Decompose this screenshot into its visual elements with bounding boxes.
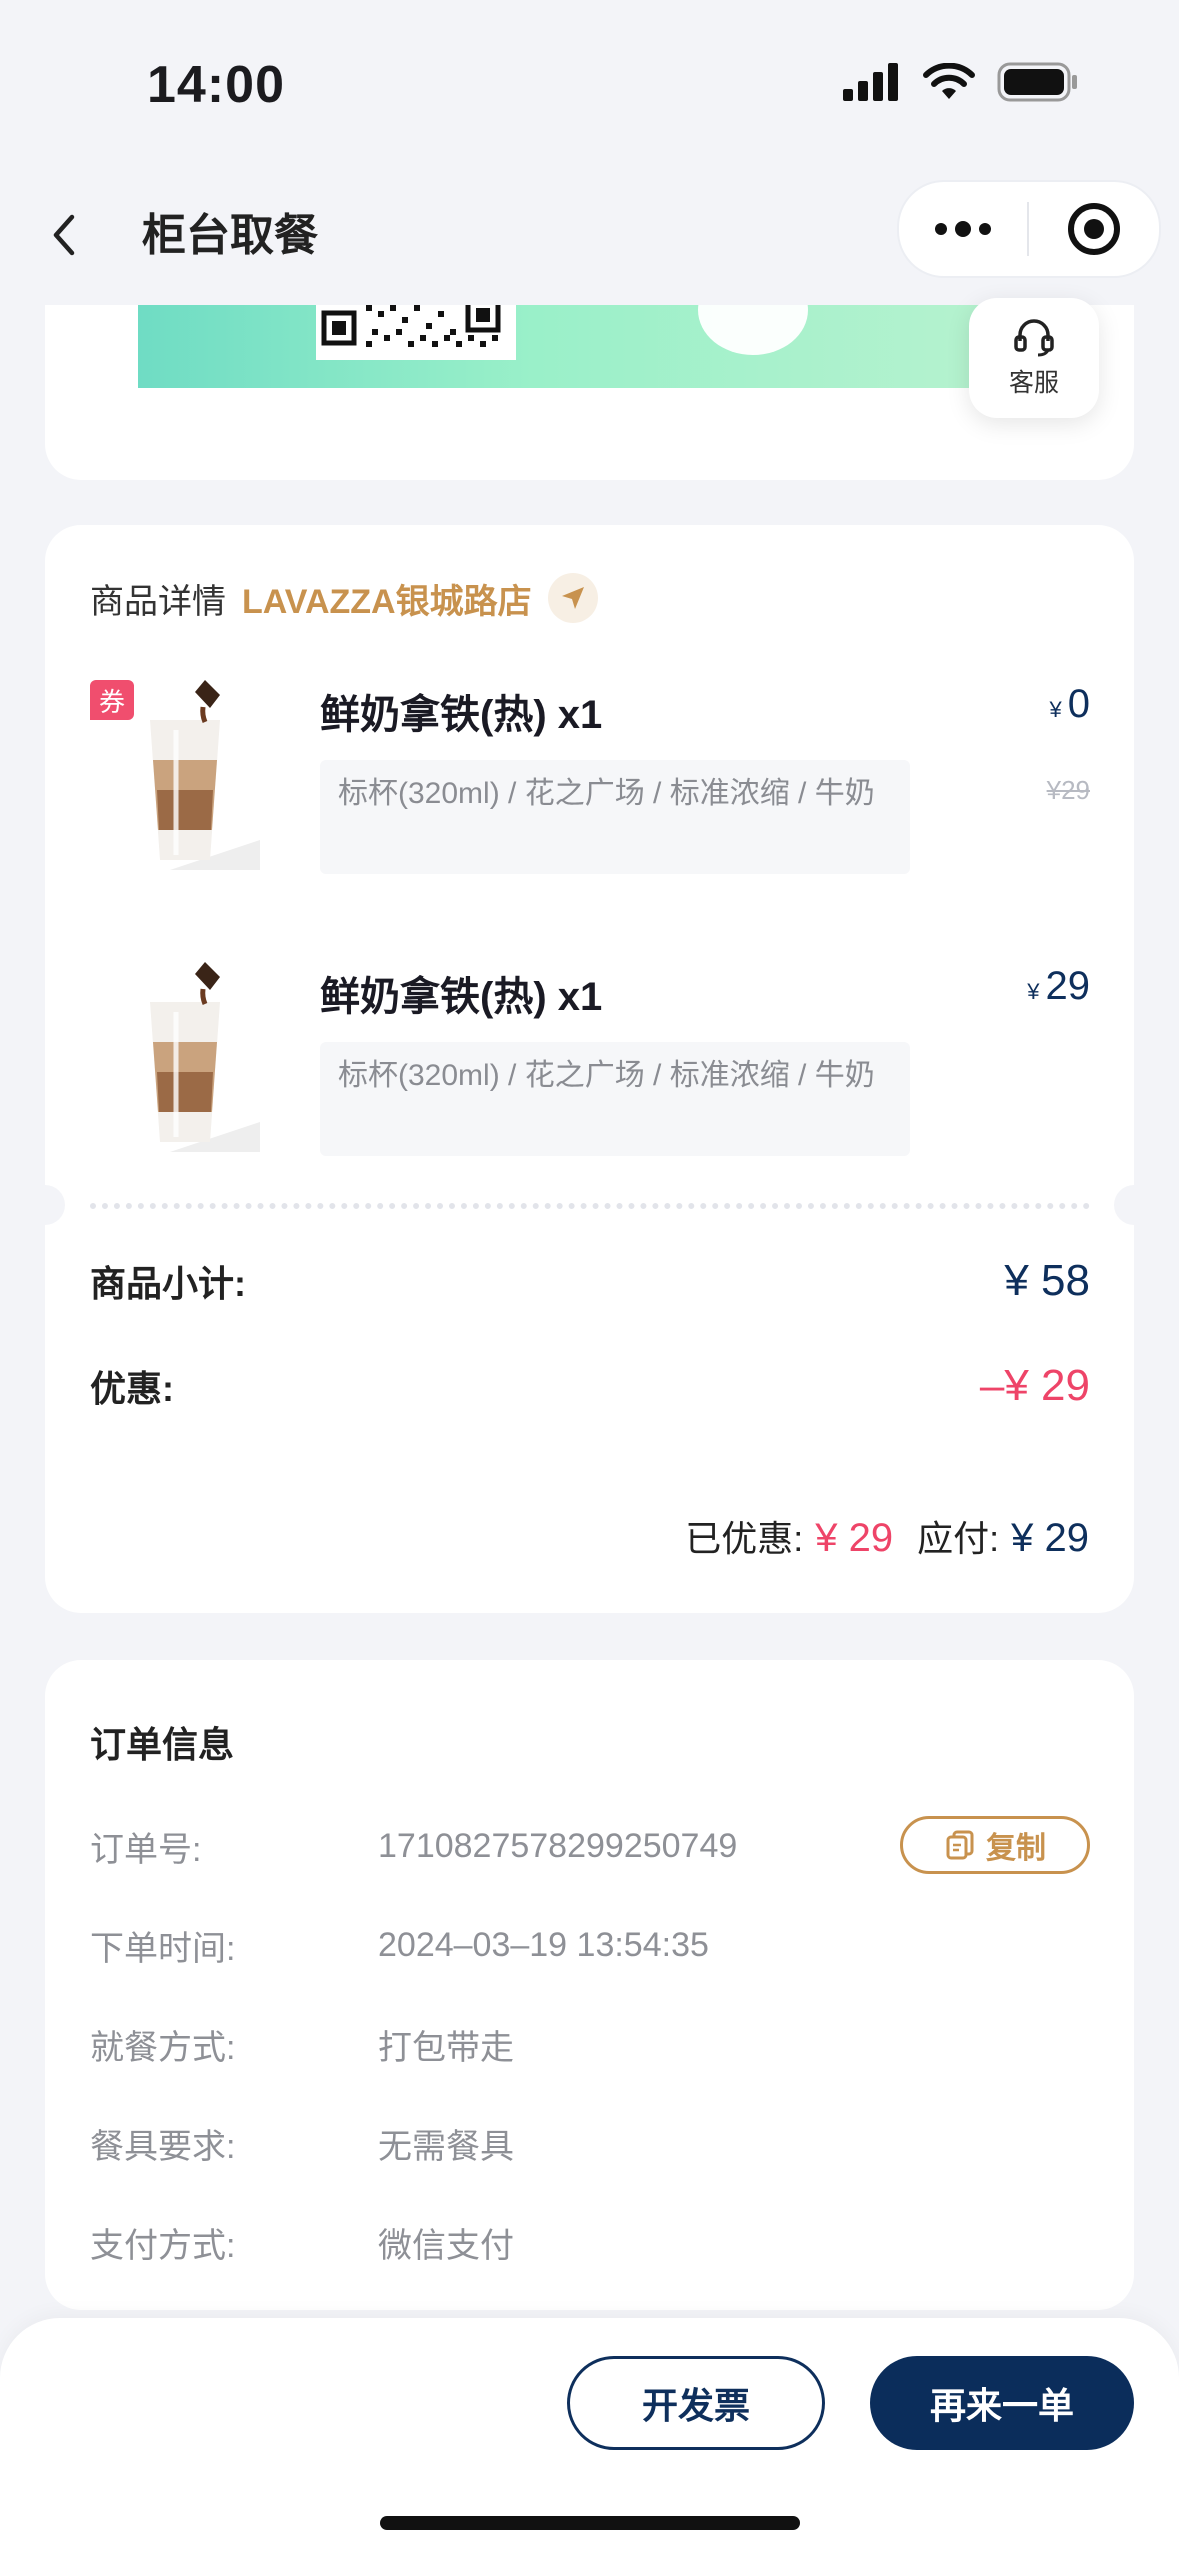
item-price-value: 29 <box>1045 964 1091 1008</box>
payment-method-value: 微信支付 <box>378 2226 514 2265</box>
order-time-row: 下单时间: 2024–03–19 13:54:35 <box>90 1915 1090 1975</box>
nav-bar: 柜台取餐 <box>0 175 1179 305</box>
payment-method-label: 支付方式: <box>90 2226 236 2265</box>
copy-icon <box>946 1830 974 1860</box>
customer-service-button[interactable]: 客服 <box>969 298 1099 418</box>
mini-program-capsule <box>897 180 1161 278</box>
status-icons <box>843 62 1079 102</box>
more-dots-icon <box>935 221 991 237</box>
order-number-value: 1710827578299250749 <box>378 1826 738 1865</box>
payment-method-row: 支付方式: 微信支付 <box>90 2212 1090 2272</box>
item-price-value: 0 <box>1067 682 1090 726</box>
payable-value: ¥ 29 <box>1011 1516 1089 1560</box>
dining-mode-label: 就餐方式: <box>90 2028 236 2067</box>
currency-symbol: ¥ <box>1049 697 1062 722</box>
subtotal-value: ¥ 58 <box>1004 1256 1090 1305</box>
order-info-card: 订单信息 订单号: 1710827578299250749 复制 下单时间: 2… <box>45 1660 1134 2310</box>
dotted-divider <box>90 1203 1090 1209</box>
divider-notch-right <box>1114 1185 1154 1225</box>
navigation-arrow-icon <box>561 587 584 609</box>
home-indicator <box>380 2516 800 2530</box>
saved-value: ¥ 29 <box>815 1516 894 1560</box>
page-title: 柜台取餐 <box>142 211 318 260</box>
payable-label: 应付: <box>917 1518 1000 1559</box>
wifi-icon <box>923 63 975 99</box>
order-item: 鲜奶拿铁(热) x1 标杯(320ml) / 花之广场 / 标准浓缩 / 牛奶 … <box>90 962 1090 1162</box>
dining-mode-value: 打包带走 <box>378 2028 514 2067</box>
copy-order-button[interactable]: 复制 <box>900 1816 1090 1874</box>
customer-service-label: 客服 <box>1008 369 1059 397</box>
item-price: ¥29 <box>1027 964 1090 1009</box>
status-time: 14:00 <box>147 56 285 114</box>
battery-icon <box>997 62 1077 102</box>
goods-header: 商品详情 LAVAZZA银城路店 <box>90 573 598 623</box>
banner-card: 客服 <box>45 298 1134 480</box>
order-number-label: 订单号: <box>90 1830 202 1869</box>
discount-value: –¥ 29 <box>979 1361 1090 1410</box>
reorder-button[interactable]: 再来一单 <box>870 2356 1134 2450</box>
subtotal-label: 商品小计: <box>90 1263 246 1304</box>
total-summary: 已优惠: ¥ 29 应付: ¥ 29 <box>685 1510 1089 1562</box>
goods-detail-card: 商品详情 LAVAZZA银城路店 券 鲜奶拿铁(热) x1 标杯(320ml) … <box>25 525 1154 1613</box>
saved-label: 已优惠: <box>685 1518 804 1559</box>
utensil-label: 餐具要求: <box>90 2127 236 2166</box>
order-info-title: 订单信息 <box>90 1724 235 1765</box>
promo-banner[interactable] <box>138 305 1018 388</box>
item-spec: 标杯(320ml) / 花之广场 / 标准浓缩 / 牛奶 <box>320 1042 910 1156</box>
item-price: ¥0 <box>1050 682 1091 727</box>
currency-symbol: ¥ <box>1027 979 1040 1004</box>
copy-label: 复制 <box>986 1832 1046 1865</box>
order-time-value: 2024–03–19 13:54:35 <box>378 1925 709 1964</box>
store-navigation-button[interactable] <box>547 573 598 623</box>
utensil-value: 无需餐具 <box>378 2127 514 2166</box>
coupon-badge: 券 <box>90 680 134 720</box>
target-icon <box>1068 203 1120 255</box>
item-name: 鲜奶拿铁(热) x1 <box>320 693 603 737</box>
order-number-row: 订单号: 1710827578299250749 复制 <box>90 1816 1090 1876</box>
goods-section-label: 商品详情 <box>90 582 226 621</box>
order-item: 券 鲜奶拿铁(热) x1 标杯(320ml) / 花之广场 / 标准浓缩 / 牛… <box>90 680 1090 880</box>
signal-icon <box>843 63 898 101</box>
subtotal-row: 商品小计: ¥ 58 <box>90 1255 1090 1307</box>
bottom-action-bar: 开发票 再来一单 <box>0 2318 1179 2556</box>
headset-icon <box>1014 319 1054 357</box>
store-name[interactable]: LAVAZZA银城路店 <box>242 574 532 623</box>
discount-row: 优惠: –¥ 29 <box>90 1360 1090 1412</box>
divider-notch-left <box>25 1185 65 1225</box>
utensil-row: 餐具要求: 无需餐具 <box>90 2113 1090 2173</box>
status-bar: 14:00 <box>0 0 1179 175</box>
more-button[interactable] <box>899 182 1027 276</box>
discount-label: 优惠: <box>90 1368 174 1409</box>
item-spec: 标杯(320ml) / 花之广场 / 标准浓缩 / 牛奶 <box>320 760 910 874</box>
latte-product-image <box>150 962 260 1152</box>
chevron-left-icon <box>53 214 75 256</box>
invoice-button[interactable]: 开发票 <box>567 2356 825 2450</box>
banner-cloud-decoration <box>698 305 808 355</box>
dining-mode-row: 就餐方式: 打包带走 <box>90 2014 1090 2074</box>
order-time-label: 下单时间: <box>90 1929 236 1968</box>
back-button[interactable] <box>38 205 98 265</box>
item-name: 鲜奶拿铁(热) x1 <box>320 975 603 1019</box>
item-original-price: ¥29 <box>1046 775 1090 805</box>
close-mini-program-button[interactable] <box>1029 182 1159 276</box>
qr-code-image <box>316 305 516 360</box>
